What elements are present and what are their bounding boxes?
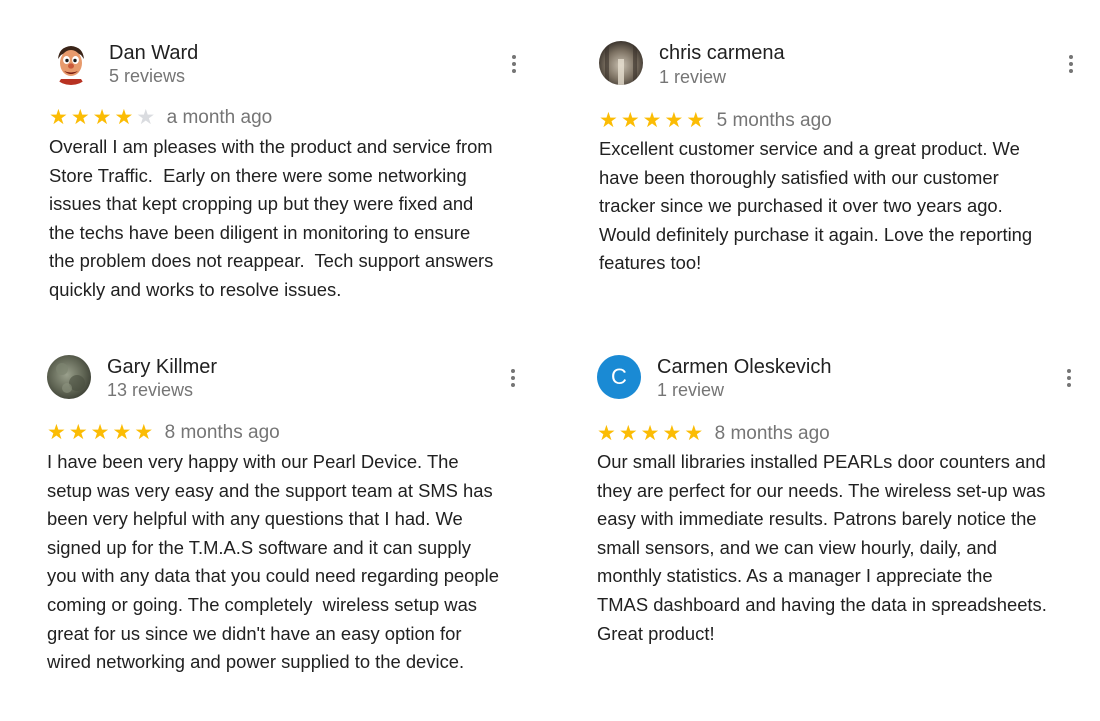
letter-avatar[interactable]: C bbox=[597, 355, 641, 399]
review-date: 5 months ago bbox=[716, 109, 832, 131]
review-text: I have been very happy with our Pearl De… bbox=[47, 448, 499, 677]
review-text-line: Store Traffic. Early on there were some … bbox=[49, 164, 467, 186]
star-rating: ★ ★ ★ ★ ★ bbox=[49, 106, 158, 129]
star-rating: ★ ★ ★ ★ ★ bbox=[47, 421, 156, 444]
review-card: Dan Ward 5 reviews ★ ★ ★ ★ ★ a month ago Ove… bbox=[49, 41, 549, 300]
author-name[interactable]: Carmen Oleskevich bbox=[657, 356, 832, 379]
star-empty-icon: ★ bbox=[136, 105, 156, 129]
star-filled-icon: ★ bbox=[90, 420, 110, 444]
review-text-line: I have been very happy with our Pearl De… bbox=[47, 451, 459, 472]
review-text-line: the techs have been diligent in monitori… bbox=[49, 221, 471, 243]
review-text: Excellent customer service and a great p… bbox=[599, 135, 1032, 278]
review-text-line: wired networking and power supplied to t… bbox=[47, 651, 465, 673]
cartoon-avatar-icon[interactable] bbox=[49, 41, 93, 85]
review-header: chris carmena 1 review bbox=[599, 41, 1099, 101]
review-text-line: have been thoroughly satisfied with our … bbox=[599, 166, 999, 188]
review-date: 8 months ago bbox=[164, 421, 280, 443]
review-text-line: tracker since we purchased it over two y… bbox=[599, 195, 1003, 217]
review-date: a month ago bbox=[166, 106, 273, 128]
star-filled-icon: ★ bbox=[664, 108, 684, 132]
review-text-line: quickly and works to resolve issues. bbox=[49, 278, 342, 300]
review-card: Gary Killmer 13 reviews ★ ★ ★ ★ ★ 8 months a… bbox=[47, 355, 547, 672]
review-count[interactable]: 5 reviews bbox=[109, 66, 185, 87]
more-options-icon[interactable] bbox=[1067, 55, 1075, 77]
review-text-line: coming or going. The completely wireless… bbox=[47, 593, 477, 615]
review-text-line: you with any data that you could need re… bbox=[47, 565, 499, 587]
star-filled-icon: ★ bbox=[597, 421, 616, 445]
review-text-line: monthly statistics. As a manager I appre… bbox=[597, 565, 993, 587]
review-count[interactable]: 1 review bbox=[657, 380, 724, 401]
more-options-icon[interactable] bbox=[510, 55, 518, 77]
review-text-line: great for us since we didn't have an eas… bbox=[47, 622, 462, 644]
star-filled-icon: ★ bbox=[686, 108, 706, 132]
author-name[interactable]: Dan Ward bbox=[109, 42, 198, 65]
review-text: Our small libraries installed PEARLs doo… bbox=[597, 448, 1047, 648]
review-text-line: the problem does not reappear. Tech supp… bbox=[49, 250, 494, 272]
review-text-line: signed up for the T.M.A.S software and i… bbox=[47, 536, 471, 558]
review-text-line: Overall I am pleases with the product an… bbox=[49, 136, 493, 157]
star-filled-icon: ★ bbox=[49, 105, 68, 129]
star-filled-icon: ★ bbox=[92, 105, 112, 129]
rating-row: ★ ★ ★ ★ ★ 5 months ago bbox=[599, 109, 832, 133]
star-filled-icon: ★ bbox=[112, 420, 132, 444]
review-count[interactable]: 13 reviews bbox=[107, 380, 193, 401]
star-filled-icon: ★ bbox=[134, 420, 154, 444]
rating-row: ★ ★ ★ ★ ★ 8 months ago bbox=[597, 422, 830, 446]
star-rating: ★ ★ ★ ★ ★ bbox=[597, 422, 706, 445]
rating-row: ★ ★ ★ ★ ★ 8 months ago bbox=[47, 421, 280, 445]
author-name[interactable]: Gary Killmer bbox=[107, 356, 217, 379]
star-filled-icon: ★ bbox=[642, 108, 662, 132]
review-text-line: Our small libraries installed PEARLs doo… bbox=[597, 451, 1046, 472]
star-filled-icon: ★ bbox=[662, 421, 682, 445]
review-text-line: Great product! bbox=[597, 622, 715, 644]
review-text-line: they are perfect for our needs. The wire… bbox=[597, 479, 1046, 501]
review-text-line: small sensors, and we can view hourly, d… bbox=[597, 536, 998, 558]
review-text-line: Excellent customer service and a great p… bbox=[599, 138, 1020, 159]
review-text-line: easy with immediate results. Patrons bar… bbox=[597, 508, 1037, 530]
review-card: C Carmen Oleskevich 1 review ★ ★ ★ ★ ★ 8 mon… bbox=[597, 355, 1097, 644]
star-filled-icon: ★ bbox=[684, 421, 704, 445]
review-text-line: setup was very easy and the support team… bbox=[47, 479, 493, 501]
star-rating: ★ ★ ★ ★ ★ bbox=[599, 109, 708, 132]
review-text-line: issues that kept cropping up but they we… bbox=[49, 193, 474, 215]
review-text-line: TMAS dashboard and having the data in sp… bbox=[597, 593, 1047, 615]
star-filled-icon: ★ bbox=[114, 105, 134, 129]
review-text-line: features too! bbox=[599, 252, 702, 274]
review-date: 8 months ago bbox=[714, 422, 830, 444]
more-options-icon[interactable] bbox=[1065, 369, 1073, 391]
review-text: Overall I am pleases with the product an… bbox=[49, 133, 493, 305]
review-count[interactable]: 1 review bbox=[659, 67, 726, 88]
review-header: C Carmen Oleskevich 1 review bbox=[597, 355, 1097, 415]
star-filled-icon: ★ bbox=[640, 421, 660, 445]
photo-avatar-icon[interactable] bbox=[599, 41, 643, 85]
review-text-line: Would definitely purchase it again. Love… bbox=[599, 223, 1033, 245]
author-name[interactable]: chris carmena bbox=[659, 42, 785, 65]
review-header: Gary Killmer 13 reviews bbox=[47, 355, 547, 415]
star-filled-icon: ★ bbox=[620, 108, 640, 132]
more-options-icon[interactable] bbox=[509, 369, 517, 391]
rating-row: ★ ★ ★ ★ ★ a month ago bbox=[49, 106, 272, 130]
star-filled-icon: ★ bbox=[47, 420, 66, 444]
review-text-line: been very helpful with any questions tha… bbox=[47, 508, 463, 530]
star-filled-icon: ★ bbox=[68, 420, 88, 444]
star-filled-icon: ★ bbox=[599, 108, 618, 132]
star-filled-icon: ★ bbox=[70, 105, 90, 129]
review-header: Dan Ward 5 reviews bbox=[49, 41, 549, 101]
photo-avatar-icon[interactable] bbox=[47, 355, 91, 399]
star-filled-icon: ★ bbox=[618, 421, 638, 445]
review-card: chris carmena 1 review ★ ★ ★ ★ ★ 5 months ag… bbox=[599, 41, 1099, 273]
